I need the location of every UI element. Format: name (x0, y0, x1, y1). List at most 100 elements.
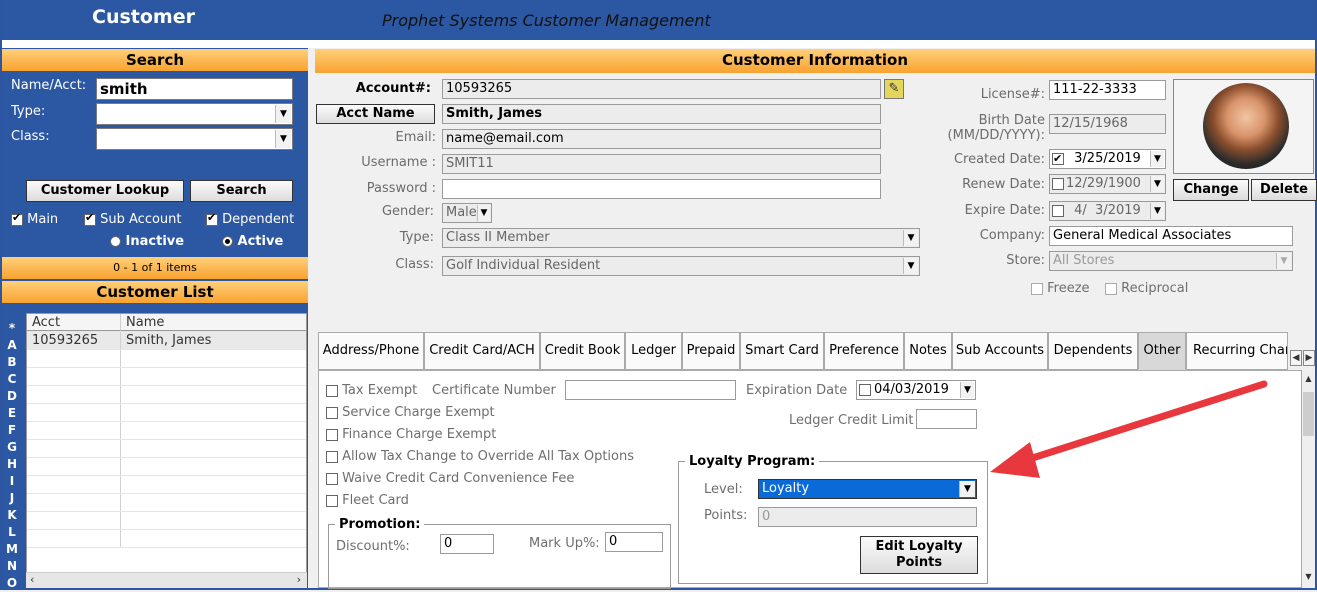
expire-date-picker[interactable]: 4/ 3/2019 ▼ (1049, 201, 1166, 221)
markup-input[interactable]: 0 (605, 532, 663, 552)
tab-notes[interactable]: Notes (904, 332, 952, 370)
checkbox-icon[interactable] (326, 450, 338, 463)
checkbox-icon[interactable] (326, 494, 338, 507)
finance-charge-exempt-checkbox[interactable]: Finance Charge Exempt (326, 427, 496, 442)
edit-loyalty-points-button[interactable]: Edit Loyalty Points (860, 536, 978, 574)
tab-other[interactable]: Other (1138, 332, 1186, 370)
scroll-left-icon[interactable]: ‹ (30, 573, 34, 586)
alpha-letter[interactable]: C (2, 371, 22, 388)
checkbox-icon[interactable] (326, 472, 338, 485)
checkbox-icon[interactable] (206, 211, 218, 226)
tab-scroll-left-icon[interactable]: ◀ (1290, 350, 1302, 366)
active-radio[interactable]: Active (222, 234, 283, 249)
store-select[interactable]: All Stores ▼ (1049, 251, 1293, 271)
chevron-down-icon[interactable]: ▼ (903, 258, 918, 274)
renew-date-picker[interactable]: 12/29/1900 ▼ (1049, 174, 1166, 194)
fleet-card-checkbox[interactable]: Fleet Card (326, 493, 409, 508)
alpha-letter[interactable]: * (2, 320, 22, 337)
license-field[interactable]: 111-22-3333 (1049, 80, 1166, 100)
created-date-picker[interactable]: 3/25/2019▼ (1049, 149, 1166, 169)
tab-prepaid[interactable]: Prepaid (682, 332, 740, 370)
vertical-scrollbar[interactable]: ▲ ▼ (1302, 372, 1315, 588)
alpha-letter[interactable]: H (2, 456, 22, 473)
chevron-down-icon[interactable]: ▼ (1150, 203, 1164, 219)
name-acct-input[interactable]: smith (96, 78, 293, 100)
tab-scroll-right-icon[interactable]: ▶ (1303, 350, 1315, 366)
tab-smart-card[interactable]: Smart Card (740, 332, 824, 370)
scroll-right-icon[interactable]: › (297, 573, 301, 586)
tab-dependents[interactable]: Dependents (1048, 332, 1138, 370)
checkbox-icon[interactable] (1052, 177, 1064, 190)
alpha-letter[interactable]: O (2, 575, 22, 592)
column-header-acct[interactable]: Acct (27, 314, 121, 331)
checkbox-icon[interactable] (859, 383, 871, 396)
chevron-down-icon[interactable]: ▼ (1150, 151, 1164, 167)
change-photo-button[interactable]: Change (1173, 179, 1249, 201)
checkbox-icon[interactable] (1105, 282, 1117, 295)
points-field[interactable]: 0 (758, 507, 977, 527)
alpha-letter[interactable]: N (2, 558, 22, 575)
company-field[interactable]: General Medical Associates (1049, 226, 1293, 246)
loyalty-level-select[interactable]: Loyalty ▼ (758, 479, 977, 499)
acct-name-field[interactable]: Smith, James (442, 104, 881, 124)
radio-icon[interactable] (110, 236, 121, 247)
checkbox-icon[interactable] (1052, 204, 1064, 217)
class-select[interactable]: Golf Individual Resident ▼ (442, 256, 920, 276)
delete-photo-button[interactable]: Delete (1251, 179, 1317, 201)
chevron-down-icon[interactable]: ▼ (1276, 253, 1291, 269)
scroll-up-icon[interactable]: ▲ (1302, 374, 1315, 383)
username-field[interactable]: SMIT11 (442, 154, 881, 174)
alpha-letter[interactable]: A (2, 337, 22, 354)
service-charge-exempt-checkbox[interactable]: Service Charge Exempt (326, 405, 495, 420)
checkbox-icon[interactable] (84, 211, 96, 226)
customer-lookup-button[interactable]: Customer Lookup (26, 180, 184, 202)
tab-recurring-charges[interactable]: Recurring Charg (1186, 332, 1288, 370)
chevron-down-icon[interactable]: ▼ (477, 205, 490, 221)
tax-exempt-checkbox[interactable]: Tax Exempt (326, 383, 417, 398)
alpha-letter[interactable]: M (2, 541, 22, 558)
main-checkbox[interactable]: Main (11, 211, 58, 227)
horizontal-scrollbar[interactable]: ‹ › (26, 572, 307, 588)
alpha-letter[interactable]: F (2, 422, 22, 439)
inactive-radio[interactable]: Inactive (110, 234, 184, 249)
acct-name-button[interactable]: Acct Name (316, 104, 435, 124)
tab-credit-card-ach[interactable]: Credit Card/ACH (424, 332, 540, 370)
search-button[interactable]: Search (190, 180, 293, 202)
chevron-down-icon[interactable]: ▼ (1150, 176, 1164, 192)
checkbox-icon[interactable] (1052, 150, 1064, 168)
chevron-down-icon[interactable]: ▼ (275, 130, 291, 148)
gender-select[interactable]: Male ▼ (442, 203, 492, 223)
checkbox-icon[interactable] (326, 406, 338, 419)
alpha-letter[interactable]: G (2, 439, 22, 456)
scroll-thumb[interactable] (1303, 392, 1314, 436)
waive-convenience-fee-checkbox[interactable]: Waive Credit Card Convenience Fee (326, 471, 574, 486)
type-select[interactable]: Class II Member ▼ (442, 228, 920, 248)
freeze-checkbox[interactable]: Freeze (1031, 281, 1090, 296)
ledger-credit-limit-input[interactable] (916, 409, 977, 429)
alpha-letter[interactable]: D (2, 388, 22, 405)
checkbox-icon[interactable] (11, 211, 23, 226)
tab-preference[interactable]: Preference (824, 332, 904, 370)
class-select[interactable]: ▼ (96, 128, 293, 150)
alpha-letter[interactable]: I (2, 473, 22, 490)
dependent-checkbox[interactable]: Dependent (206, 211, 294, 227)
pencil-icon[interactable]: ✎ (884, 79, 904, 99)
chevron-down-icon[interactable]: ▼ (960, 382, 974, 398)
email-field[interactable]: name@email.com (442, 129, 881, 149)
chevron-down-icon[interactable]: ▼ (959, 481, 975, 497)
expiration-date-picker[interactable]: 04/03/2019 ▼ (856, 380, 976, 400)
alpha-letter[interactable]: L (2, 524, 22, 541)
tab-credit-book[interactable]: Credit Book (540, 332, 625, 370)
scroll-down-icon[interactable]: ▼ (1302, 572, 1315, 581)
column-header-name[interactable]: Name (121, 314, 306, 331)
alpha-letter[interactable]: K (2, 507, 22, 524)
alpha-letter[interactable]: J (2, 490, 22, 507)
discount-input[interactable]: 0 (440, 534, 494, 554)
checkbox-icon[interactable] (1031, 282, 1043, 295)
account-field[interactable]: 10593265 (442, 79, 881, 99)
checkbox-icon[interactable] (326, 428, 338, 441)
type-select[interactable]: ▼ (96, 103, 293, 125)
birth-date-field[interactable]: 12/15/1968 (1049, 114, 1166, 134)
reciprocal-checkbox[interactable]: Reciprocal (1105, 281, 1188, 296)
tab-ledger[interactable]: Ledger (625, 332, 682, 370)
